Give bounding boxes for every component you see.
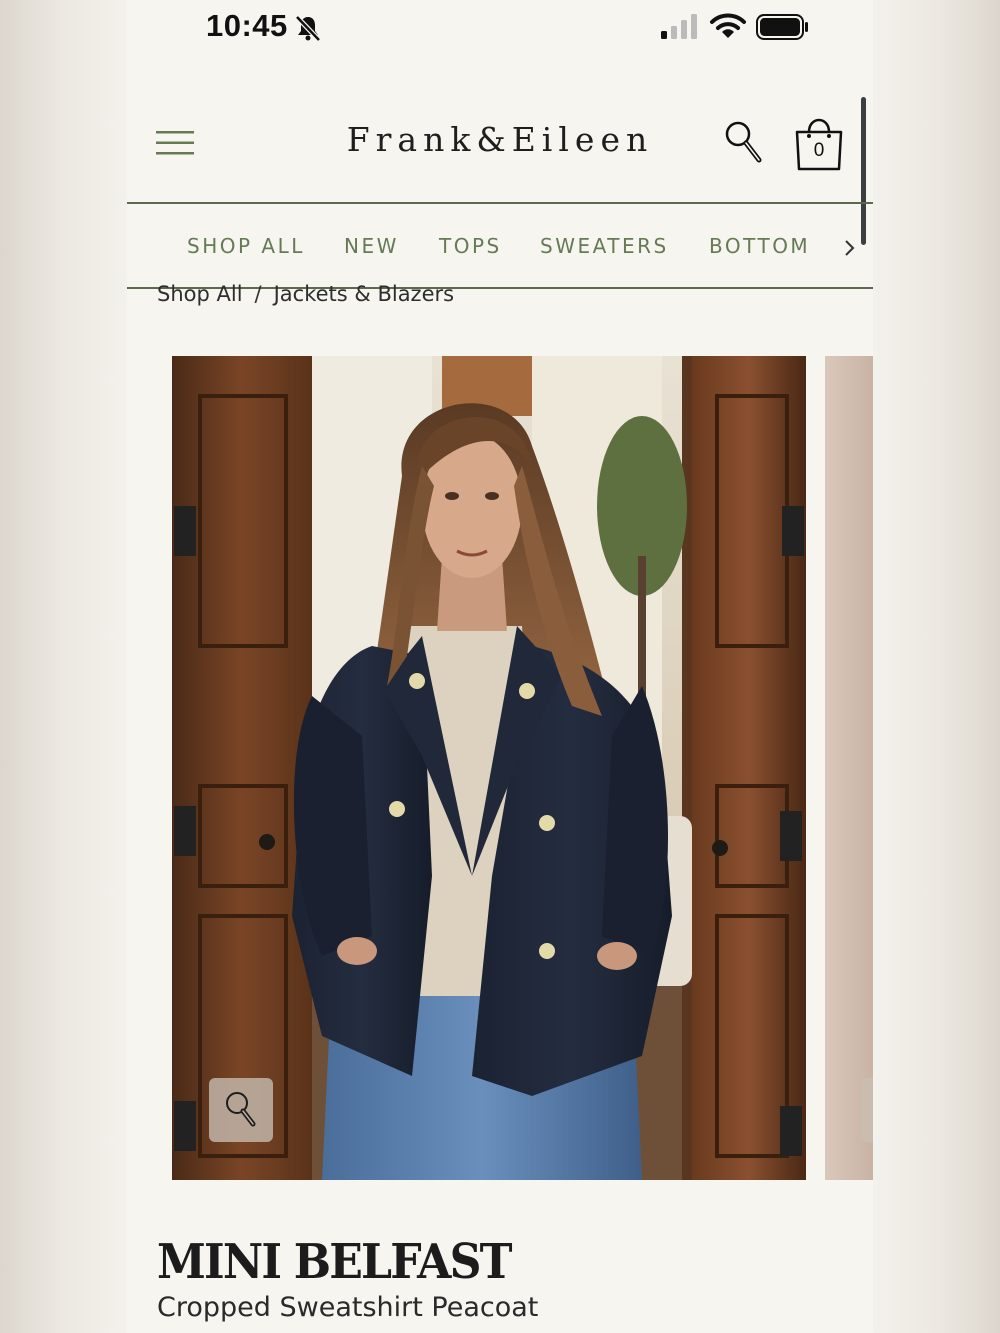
nav-item-bottom[interactable]: BOTTOM <box>709 234 810 258</box>
next-product-image[interactable] <box>825 356 873 1180</box>
breadcrumb-separator: / <box>254 282 262 306</box>
breadcrumb-shop-all[interactable]: Shop All <box>157 282 243 306</box>
breadcrumb-jackets-blazers[interactable]: Jackets & Blazers <box>274 282 454 306</box>
product-photo <box>172 356 806 1180</box>
status-time: 10:45 <box>206 8 288 43</box>
shopping-bag-icon[interactable]: 0 <box>792 110 846 174</box>
category-nav: SHOP ALL NEW TOPS SWEATERS BOTTOM <box>127 204 873 288</box>
site-header: Frank&Eileen 0 <box>127 90 873 202</box>
battery-icon <box>756 14 808 40</box>
cart-count: 0 <box>813 140 825 161</box>
search-icon[interactable] <box>724 120 764 164</box>
product-subtitle: Cropped Sweatshirt Peacoat <box>157 1292 539 1323</box>
nav-item-shop-all[interactable]: SHOP ALL <box>187 234 305 258</box>
next-zoom-button[interactable] <box>861 1078 873 1142</box>
nav-item-tops[interactable]: TOPS <box>439 234 502 258</box>
zoom-button[interactable] <box>209 1078 273 1142</box>
nav-item-new[interactable]: NEW <box>344 234 399 258</box>
wifi-icon <box>710 13 746 38</box>
product-name: MINI BELFAST <box>157 1234 513 1290</box>
nav-item-sweaters[interactable]: SWEATERS <box>540 234 669 258</box>
chevron-right-icon[interactable] <box>843 236 857 260</box>
breadcrumb: Shop All / Jackets & Blazers <box>157 282 454 306</box>
magnifier-icon <box>226 1092 256 1127</box>
phone-screen: 10:45 Frank&Eileen 0 SHOP ALL NEW TOPS S… <box>127 0 873 1333</box>
status-bar: 10:45 <box>127 0 873 60</box>
cellular-signal-icon <box>661 14 697 39</box>
product-image[interactable] <box>172 356 806 1180</box>
bell-slash-icon <box>295 15 321 42</box>
